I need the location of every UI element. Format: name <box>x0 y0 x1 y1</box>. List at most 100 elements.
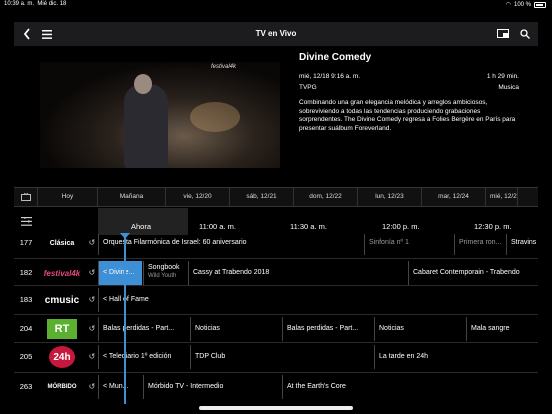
channel-logo[interactable]: MÓRBIDO <box>40 375 84 399</box>
day-tab[interactable]: dom, 12/22 <box>294 188 358 206</box>
program-cell-title: Mala sangre <box>471 325 510 332</box>
replay-icon[interactable]: ↺ <box>86 315 98 343</box>
program-cell[interactable]: Cassy at Trabendo 2018 <box>188 261 408 285</box>
program-cell[interactable]: < Hall of Fame <box>98 288 538 312</box>
replay-icon[interactable]: ↺ <box>86 373 98 401</box>
program-cell-subtitle: Wild Youth <box>148 273 177 279</box>
nav-bar: TV en Vivo <box>14 22 538 46</box>
day-tab[interactable]: vie, 12/20 <box>166 188 230 206</box>
program-cell-title: Balas perdidas - Part... <box>287 325 359 332</box>
program-cell[interactable]: Noticias <box>190 317 282 341</box>
program-cell-title: < Divine... <box>103 269 135 276</box>
channel-logo-text: festival4k <box>43 268 81 278</box>
time-slot: 11:00 a. m. <box>199 222 236 231</box>
day-tab[interactable]: Mañana <box>98 188 166 206</box>
day-selector: Hoy Mañana vie, 12/20 sáb, 12/21 dom, 12… <box>14 187 538 207</box>
search-icon[interactable] <box>514 22 536 46</box>
program-cell[interactable]: Balas perdidas - Part... <box>98 317 190 341</box>
cast-icon[interactable] <box>492 22 514 46</box>
channel-number: 183 <box>19 295 33 304</box>
channel-logo[interactable]: cmusic <box>40 288 84 312</box>
epg-grid: 177 Clásica ↺ Orquesta Filarmónica de Israe… <box>14 234 538 404</box>
program-duration: 1 h 29 min. <box>486 73 519 80</box>
replay-icon[interactable]: ↺ <box>86 343 98 371</box>
status-bar: 10:39 a. m. Mié dic. 18 ◠ 100 % <box>0 0 552 12</box>
day-tab[interactable]: mar, 12/24 <box>422 188 486 206</box>
channel-number: 205 <box>19 352 33 361</box>
program-datetime: mié, 12/18 9:16 a. m. <box>299 73 361 80</box>
performer-head <box>134 74 152 94</box>
program-cell[interactable]: Balas perdidas - Part... <box>282 317 374 341</box>
channel-logo[interactable]: 24h <box>40 345 84 369</box>
channel-logo-text: RT <box>46 319 78 339</box>
filter-icon[interactable] <box>14 208 38 235</box>
program-cell[interactable]: < Mun... <box>98 375 142 399</box>
channel-logo[interactable]: Clásica <box>40 234 84 255</box>
channel-row: 205 24h ↺ < Telediario 1º edición TDP Club La… <box>14 342 538 370</box>
back-chevron-icon[interactable] <box>16 22 38 46</box>
program-description: Combinando una gran elegancia melódica y… <box>299 99 516 132</box>
battery-icon <box>534 1 546 8</box>
channel-number: 177 <box>19 238 33 247</box>
stage-light <box>190 102 240 132</box>
channel-row: 177 Clásica ↺ Orquesta Filarmónica de Israe… <box>14 234 538 256</box>
program-cell[interactable]: Songbook Wild Youth <box>143 261 187 285</box>
now-indicator-line <box>124 236 126 404</box>
program-cell-title: Stravins <box>511 239 537 246</box>
replay-icon[interactable]: ↺ <box>86 286 98 314</box>
video-player[interactable]: festival4k <box>40 62 280 168</box>
channel-number: 204 <box>19 324 33 333</box>
program-cell[interactable]: Stravins <box>506 234 538 255</box>
program-cell[interactable]: La tarde en 24h <box>374 345 538 369</box>
program-cell[interactable]: Sinfonía nº 1 <box>364 234 454 255</box>
day-tab[interactable]: sáb, 12/21 <box>230 188 294 206</box>
program-cell[interactable]: Noticias <box>374 317 466 341</box>
home-indicator[interactable] <box>199 406 353 410</box>
program-cell-title: La tarde en 24h <box>379 353 429 360</box>
program-rating: TVPG <box>299 84 317 91</box>
time-slot: 12:30 p. m. <box>474 222 512 231</box>
program-cell-title: Songbook <box>148 264 180 271</box>
replay-icon[interactable]: ↺ <box>86 234 98 257</box>
program-cell-title: Sinfonía nº 1 <box>369 239 409 246</box>
channel-number: 263 <box>19 382 33 391</box>
program-title: Divine Comedy <box>299 52 372 63</box>
page-title: TV en Vivo <box>255 29 297 38</box>
channel-logo-text: Clásica <box>49 239 75 247</box>
video-watermark: festival4k <box>210 64 236 70</box>
channel-logo-text: cmusic <box>44 294 80 306</box>
replay-icon[interactable]: ↺ <box>86 259 98 287</box>
wifi-icon: ◠ <box>505 2 511 8</box>
channel-logo[interactable]: RT <box>40 317 84 341</box>
program-cell[interactable]: Mala sangre <box>466 317 538 341</box>
program-cell[interactable]: Mórbido TV - Intermedio <box>143 375 281 399</box>
day-tab[interactable]: mié, 12/25 <box>486 188 518 206</box>
program-detail: Divine Comedy mié, 12/18 9:16 a. m. 1 h … <box>299 50 519 133</box>
program-meta-row: mié, 12/18 9:16 a. m. 1 h 29 min. <box>299 73 519 80</box>
status-time: 10:39 a. m. Mié dic. 18 <box>4 1 67 7</box>
program-cell-title: Cabaret Contemporain - Trabendo <box>413 269 520 276</box>
day-tab[interactable]: Hoy <box>38 188 98 206</box>
program-cell-title: Primera ron... <box>459 239 502 246</box>
time-header: Ahora 11:00 a. m. 11:30 a. m. 12:00 p. m… <box>14 208 538 235</box>
program-cell-title: TDP Club <box>195 353 226 360</box>
program-cell-title: Noticias <box>195 325 220 332</box>
program-cell-title: Noticias <box>379 325 404 332</box>
channel-row: 183 cmusic ↺< Hall of Fame <box>14 285 538 313</box>
program-cell[interactable]: < Telediario 1º edición <box>98 345 190 369</box>
program-cell[interactable]: Primera ron... <box>454 234 506 255</box>
day-tab[interactable]: lun, 12/23 <box>358 188 422 206</box>
hamburger-icon[interactable] <box>36 22 58 46</box>
channel-logo[interactable]: festival4k <box>40 261 84 285</box>
program-cell[interactable]: At the Earth's Core <box>282 375 538 399</box>
program-cell-title: At the Earth's Core <box>287 383 346 390</box>
channel-row: 204 RT ↺ Balas perdidas - Part... Noticias Ba… <box>14 314 538 342</box>
time-slot-now[interactable]: Ahora <box>131 222 151 231</box>
channel-row: 182 festival4k ↺ < Divine... Songbook Wild Yo… <box>14 258 538 286</box>
program-cell-title: Cassy at Trabendo 2018 <box>193 269 270 276</box>
channel-logo-text: MÓRBIDO <box>47 384 77 390</box>
program-cell[interactable]: Cabaret Contemporain - Trabendo <box>408 261 538 285</box>
tv-icon[interactable] <box>14 188 38 206</box>
program-cell[interactable]: TDP Club <box>190 345 374 369</box>
program-cell[interactable]: < Divine... <box>98 261 142 285</box>
